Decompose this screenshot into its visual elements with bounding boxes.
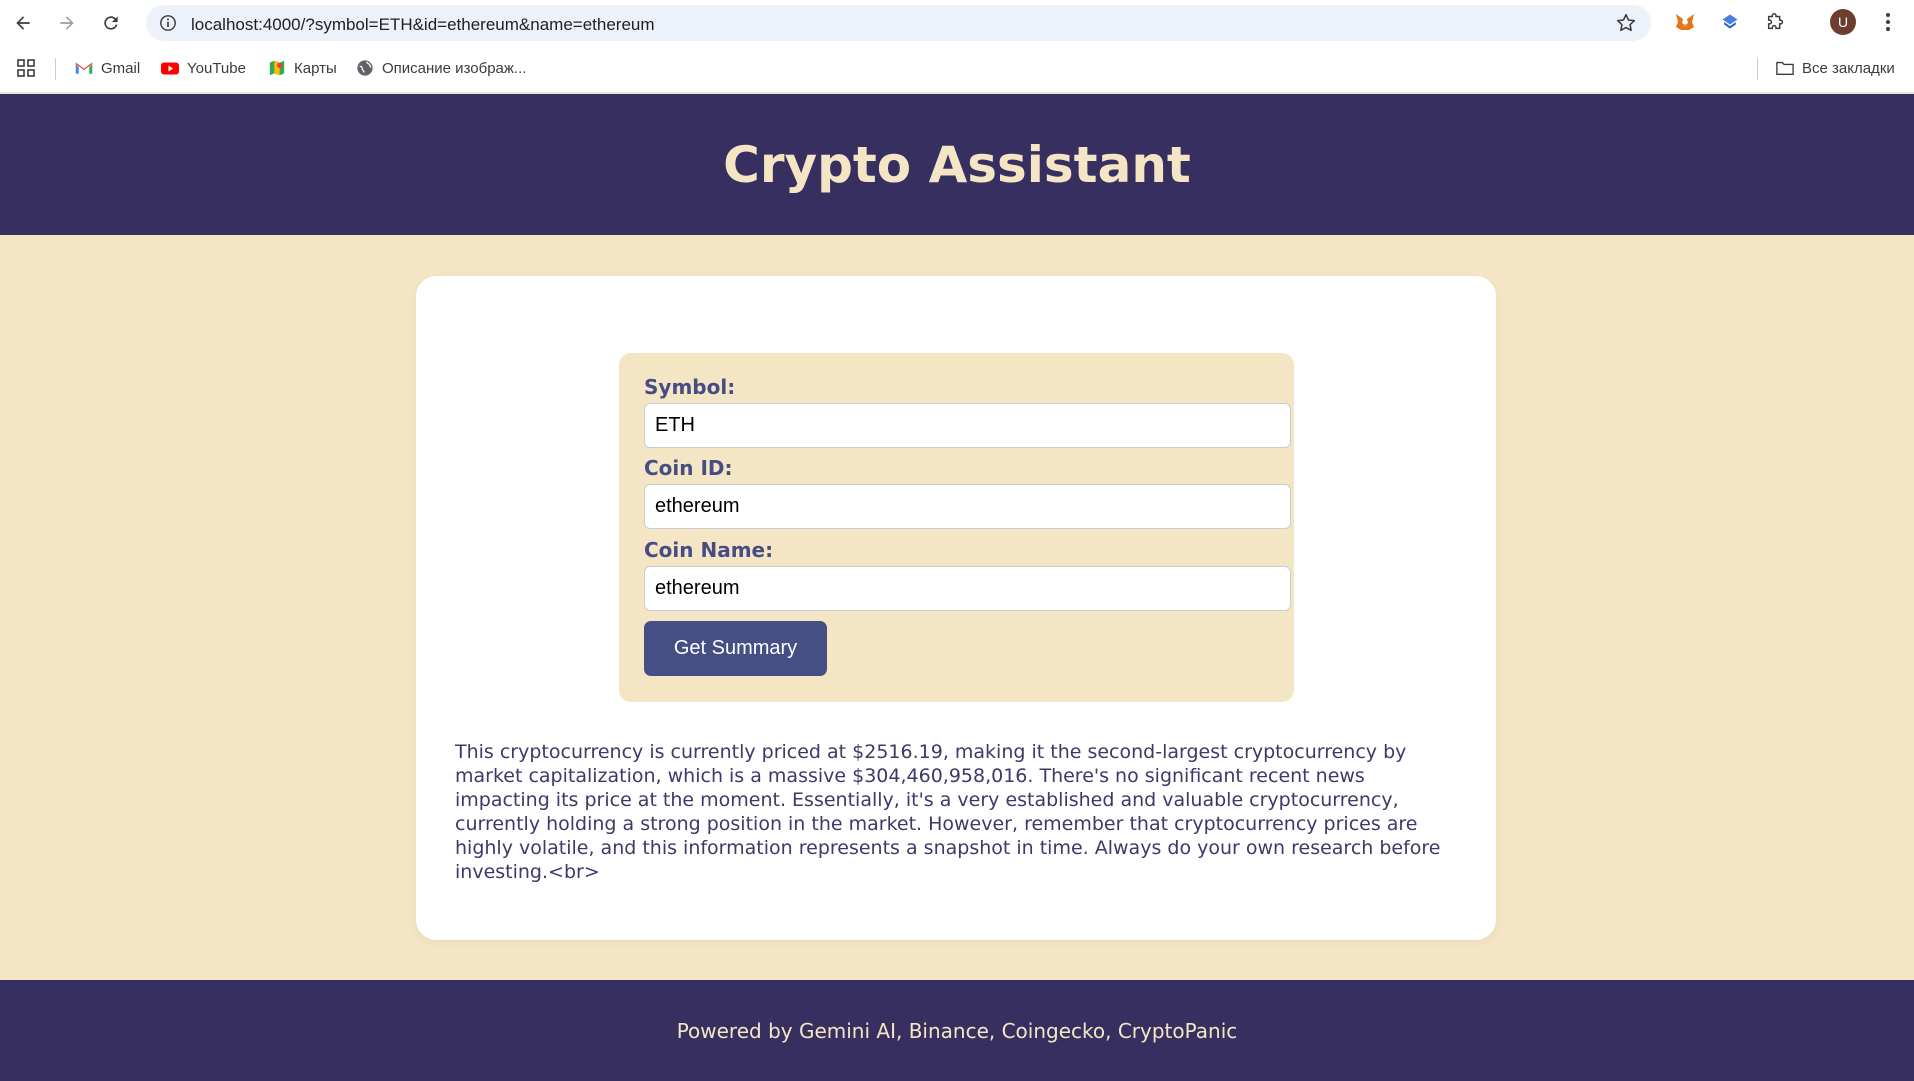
main-card: Symbol: Coin ID: Coin Name: Get Summary … [416, 276, 1496, 940]
page-title: Crypto Assistant [723, 135, 1191, 194]
profile-avatar[interactable]: U [1830, 9, 1856, 35]
extensions-puzzle-icon[interactable] [1763, 9, 1789, 35]
youtube-icon [161, 59, 179, 77]
site-header: Crypto Assistant [0, 94, 1914, 235]
bookmark-youtube[interactable]: YouTube [161, 58, 246, 78]
bookmark-star-icon[interactable] [1615, 12, 1637, 34]
reload-icon[interactable] [96, 8, 126, 38]
browser-toolbar: localhost:4000/?symbol=ETH&id=ethereum&n… [0, 0, 1914, 93]
bookmark-description[interactable]: Описание изображ... [356, 58, 526, 78]
footer-credits: Powered by Gemini AI, Binance, Coingecko… [676, 1018, 1238, 1043]
site-footer: Powered by Gemini AI, Binance, Coingecko… [0, 980, 1914, 1081]
bookmarks-divider [55, 58, 56, 80]
back-icon[interactable] [8, 8, 38, 38]
bookmark-maps[interactable]: Карты [268, 58, 337, 78]
globe-icon [356, 59, 374, 77]
coin-name-input[interactable] [644, 566, 1291, 611]
metamask-extension-icon[interactable] [1672, 9, 1698, 35]
coin-id-label: Coin ID: [644, 456, 733, 480]
coin-name-label: Coin Name: [644, 538, 774, 562]
folder-icon [1776, 59, 1794, 77]
bookmark-label: Описание изображ... [382, 59, 527, 77]
forward-icon[interactable] [52, 8, 82, 38]
bookmark-gmail[interactable]: Gmail [75, 58, 140, 78]
coin-id-input[interactable] [644, 484, 1291, 529]
menu-dots-icon[interactable] [1878, 9, 1898, 35]
site-info-icon[interactable] [158, 13, 178, 33]
maps-icon [268, 59, 286, 77]
get-summary-button[interactable]: Get Summary [644, 621, 827, 676]
coin-form: Symbol: Coin ID: Coin Name: Get Summary [619, 353, 1294, 702]
summary-text: This cryptocurrency is currently priced … [455, 741, 1441, 883]
address-bar[interactable]: localhost:4000/?symbol=ETH&id=ethereum&n… [146, 5, 1651, 41]
bookmark-label: Gmail [101, 59, 141, 77]
symbol-label: Symbol: [644, 375, 736, 399]
bookmarks-divider [1757, 58, 1758, 80]
gmail-icon [75, 59, 93, 77]
all-bookmarks-label: Все закладки [1802, 59, 1895, 77]
extension-diamond-icon[interactable] [1717, 9, 1743, 35]
bookmark-label: Карты [294, 59, 337, 77]
symbol-input[interactable] [644, 403, 1291, 448]
apps-grid-icon[interactable] [17, 58, 35, 78]
bookmarks-bar: Gmail YouTube Карты Описание изображ... [0, 50, 1914, 86]
url-text: localhost:4000/?symbol=ETH&id=ethereum&n… [191, 15, 655, 34]
all-bookmarks-folder[interactable]: Все закладки [1776, 58, 1895, 78]
bookmark-label: YouTube [187, 59, 246, 77]
